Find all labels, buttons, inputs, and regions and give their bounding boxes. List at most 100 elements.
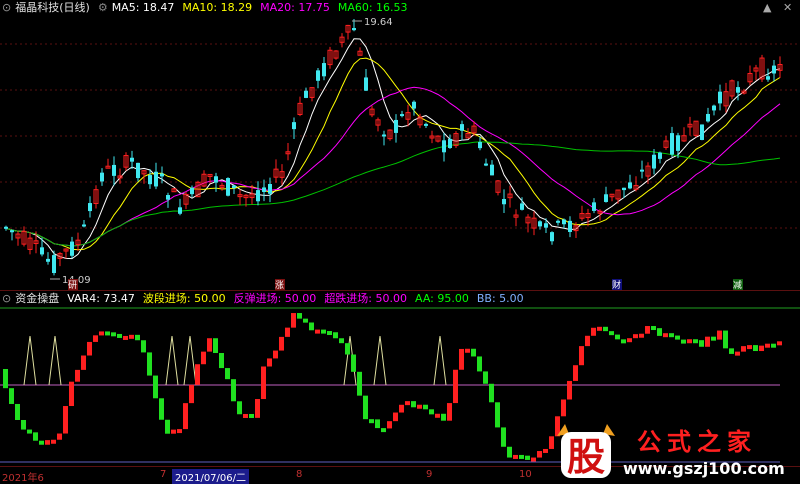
candle-body <box>622 187 626 191</box>
candle-body <box>562 219 566 225</box>
candle-body <box>190 187 194 195</box>
entry-peak <box>48 335 62 386</box>
indicator-step <box>375 419 380 429</box>
indicator-step <box>381 428 386 433</box>
candle-body <box>766 76 770 80</box>
indicator-step <box>309 322 314 331</box>
event-marker-1[interactable]: 研 <box>68 280 77 290</box>
indicator-step <box>423 404 428 410</box>
candle-body <box>82 224 86 227</box>
indicator-step <box>489 383 494 403</box>
indicator-step <box>213 338 218 354</box>
indicator-step <box>129 334 134 339</box>
entry-peak <box>165 335 179 386</box>
ma-lines <box>5 38 781 260</box>
indicator-step <box>705 336 710 347</box>
candle-body <box>772 65 776 74</box>
indicator-step <box>177 429 182 434</box>
indicator-step <box>315 329 320 334</box>
indicator-step <box>447 403 452 421</box>
axis-label-aug: 8 <box>296 469 303 480</box>
entry-peak <box>23 335 37 386</box>
indicator-step <box>501 427 506 447</box>
settings-icon[interactable]: ⚙ <box>98 1 108 14</box>
indicator-step <box>39 440 44 445</box>
candle-body <box>268 183 272 194</box>
indicator-step <box>357 371 362 396</box>
chevron-up-icon[interactable]: ▲ <box>763 1 771 14</box>
event-marker-2[interactable]: 涨 <box>275 280 284 290</box>
ma60-line <box>5 141 781 247</box>
candle-body <box>544 223 548 228</box>
candle-body <box>148 175 152 185</box>
indicator-step <box>765 343 770 348</box>
indicator-step <box>303 318 308 323</box>
indicator-step <box>33 432 38 441</box>
indicator-step <box>249 413 254 418</box>
indicator-step <box>687 339 692 344</box>
indicator-step <box>321 329 326 334</box>
candle-body <box>412 101 416 109</box>
indicator-step <box>387 421 392 429</box>
entry-peak <box>183 335 197 386</box>
indicator-step <box>483 371 488 384</box>
indicator-collapse-icon[interactable]: ⊙ <box>2 292 11 305</box>
candle-body <box>4 226 8 229</box>
indicator-step <box>333 332 338 339</box>
candle-body <box>592 202 596 211</box>
indicator-step <box>537 451 542 458</box>
indicator-step <box>597 326 602 331</box>
indicator-step <box>675 335 680 340</box>
event-marker-3[interactable]: 财 <box>612 279 621 290</box>
aa-label: AA: 95.00 <box>415 291 469 305</box>
ma5-label: MA5: 18.47 <box>111 0 175 14</box>
indicator-step <box>183 403 188 430</box>
indicator-step <box>411 401 416 408</box>
indicator-step <box>45 440 50 445</box>
candle-body <box>70 241 74 256</box>
candle-body <box>262 187 266 192</box>
candle-body <box>130 157 134 162</box>
main-chart-header: ⊙ 福晶科技(日线) ⚙ MA5: 18.47 MA10: 18.29 MA20… <box>0 0 800 15</box>
ma10-line <box>5 57 781 251</box>
candle-body <box>652 154 656 169</box>
indicator-step <box>267 358 272 367</box>
indicator-step <box>63 406 68 434</box>
candle-body <box>478 142 482 149</box>
entry-peak <box>373 335 387 386</box>
indicator-step <box>699 340 704 347</box>
indicator-step <box>519 454 524 459</box>
candle-body <box>538 221 542 227</box>
indicator-step <box>351 354 356 372</box>
indicator-step <box>681 339 686 344</box>
watermark-char: 股 <box>567 435 605 479</box>
candle-body <box>88 203 92 212</box>
candle-body <box>154 171 158 187</box>
indicator-step <box>297 313 302 319</box>
candle-body <box>490 164 494 176</box>
candle-body <box>304 90 308 98</box>
indicator-step <box>771 343 776 348</box>
indicator-step <box>465 348 470 353</box>
indicator-step <box>663 333 668 338</box>
candle-body <box>400 114 404 117</box>
candle-body <box>178 207 182 214</box>
indicator-step <box>621 339 626 344</box>
candle-body <box>736 87 740 93</box>
close-icon[interactable]: ✕ <box>783 1 792 14</box>
indicator-step <box>69 381 74 407</box>
indicator-step <box>633 334 638 339</box>
event-marker-4[interactable]: 减 <box>733 279 742 290</box>
collapse-icon[interactable]: ⊙ <box>2 1 11 14</box>
candle-body <box>520 203 524 210</box>
candle-body <box>442 140 446 153</box>
indicator-step <box>573 365 578 381</box>
indicator-step <box>99 331 104 336</box>
indicator-step <box>219 353 224 369</box>
candle-body <box>604 194 608 202</box>
price-chart[interactable]: 19.64 14.09 研 涨 财 减 <box>0 14 800 290</box>
indicator-step <box>759 345 764 352</box>
indicator-step <box>645 326 650 334</box>
indicator-step <box>561 399 566 417</box>
candle-body <box>394 119 398 133</box>
